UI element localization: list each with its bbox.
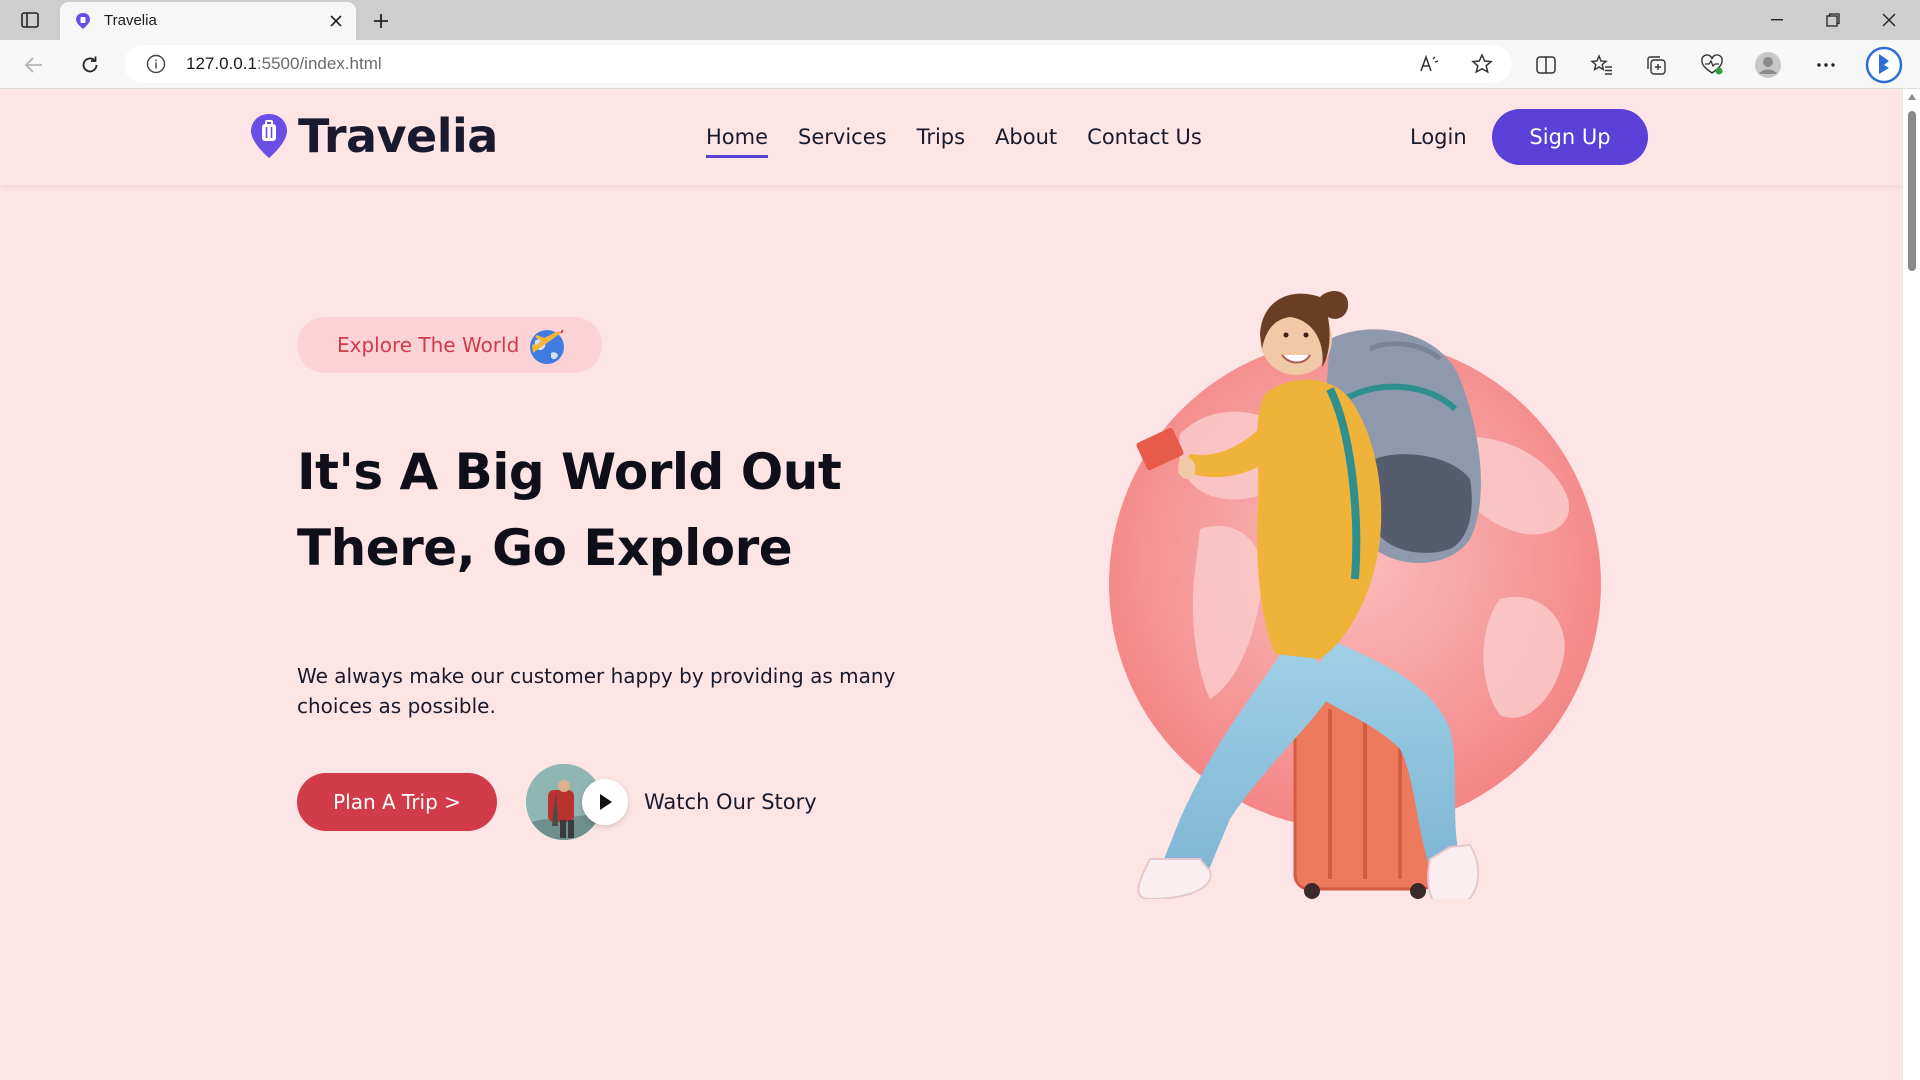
- travelia-favicon-icon: [74, 12, 92, 30]
- url-text[interactable]: 127.0.0.1:5500/index.html: [186, 54, 382, 74]
- page-viewport: Travelia Home Services Trips About Conta…: [0, 89, 1902, 1080]
- new-tab-icon[interactable]: [368, 8, 394, 34]
- hero-illustration: [1109, 291, 1601, 899]
- tab-title: Travelia: [104, 12, 157, 29]
- brand-logo[interactable]: Travelia: [248, 109, 498, 163]
- copilot-icon[interactable]: [1864, 45, 1904, 85]
- nav-link-home[interactable]: Home: [706, 125, 769, 158]
- address-bar[interactable]: 127.0.0.1:5500/index.html: [124, 45, 1512, 83]
- read-aloud-icon[interactable]: [1416, 50, 1444, 78]
- browser-toolbar: 127.0.0.1:5500/index.html: [0, 40, 1920, 89]
- tab-actions-icon[interactable]: [14, 8, 46, 32]
- nav-link-about[interactable]: About: [995, 125, 1057, 158]
- nav-link-trips[interactable]: Trips: [917, 125, 965, 158]
- location-pin-icon: [251, 114, 287, 158]
- login-link[interactable]: Login: [1410, 125, 1467, 149]
- hero-description: We always make our customer happy by pro…: [297, 664, 896, 718]
- watch-story-label: Watch Our Story: [644, 790, 817, 814]
- nav-link-contact[interactable]: Contact Us: [1087, 125, 1202, 158]
- play-icon[interactable]: [582, 779, 628, 825]
- globe-plane-icon: [530, 329, 565, 364]
- browser-essentials-icon[interactable]: [1696, 49, 1728, 81]
- collections-icon[interactable]: [1640, 49, 1672, 81]
- scrollbar-thumb[interactable]: [1908, 111, 1916, 271]
- explore-badge: Explore The World: [297, 317, 602, 373]
- favorites-icon[interactable]: [1586, 49, 1618, 81]
- minimize-icon[interactable]: [1754, 6, 1800, 34]
- brand-name: Travelia: [298, 109, 498, 163]
- restore-icon[interactable]: [1810, 6, 1856, 34]
- sign-up-button[interactable]: Sign Up: [1492, 109, 1648, 165]
- watch-story-link[interactable]: Watch Our Story: [526, 763, 817, 841]
- back-arrow-icon[interactable]: [18, 49, 50, 81]
- nav-links: Home Services Trips About Contact Us: [706, 125, 1202, 158]
- refresh-icon[interactable]: [74, 49, 106, 81]
- nav-link-services[interactable]: Services: [798, 125, 887, 158]
- more-options-icon[interactable]: [1810, 49, 1842, 81]
- favorite-star-icon[interactable]: [1468, 50, 1496, 78]
- plan-a-trip-button[interactable]: Plan A Trip >: [297, 773, 497, 831]
- browser-tabstrip: Travelia: [0, 0, 1920, 40]
- traveler-shoe: [1137, 858, 1212, 899]
- close-window-icon[interactable]: [1866, 6, 1912, 34]
- split-screen-icon[interactable]: [1530, 49, 1562, 81]
- close-tab-icon[interactable]: [326, 11, 346, 31]
- badge-text: Explore The World: [337, 333, 520, 357]
- site-navbar: Travelia Home Services Trips About Conta…: [0, 89, 1902, 185]
- profile-avatar-icon[interactable]: [1752, 49, 1784, 81]
- hero-title: It's A Big World Out There, Go Explore: [297, 434, 857, 586]
- hero-title-line-2: There, Go Explore: [297, 519, 793, 577]
- scroll-up-arrow-icon[interactable]: [1908, 94, 1916, 100]
- browser-tab[interactable]: Travelia: [60, 2, 356, 40]
- site-info-icon[interactable]: [146, 54, 166, 74]
- page-scrollbar[interactable]: [1902, 89, 1920, 1080]
- hero-title-line-1: It's A Big World Out: [297, 443, 842, 501]
